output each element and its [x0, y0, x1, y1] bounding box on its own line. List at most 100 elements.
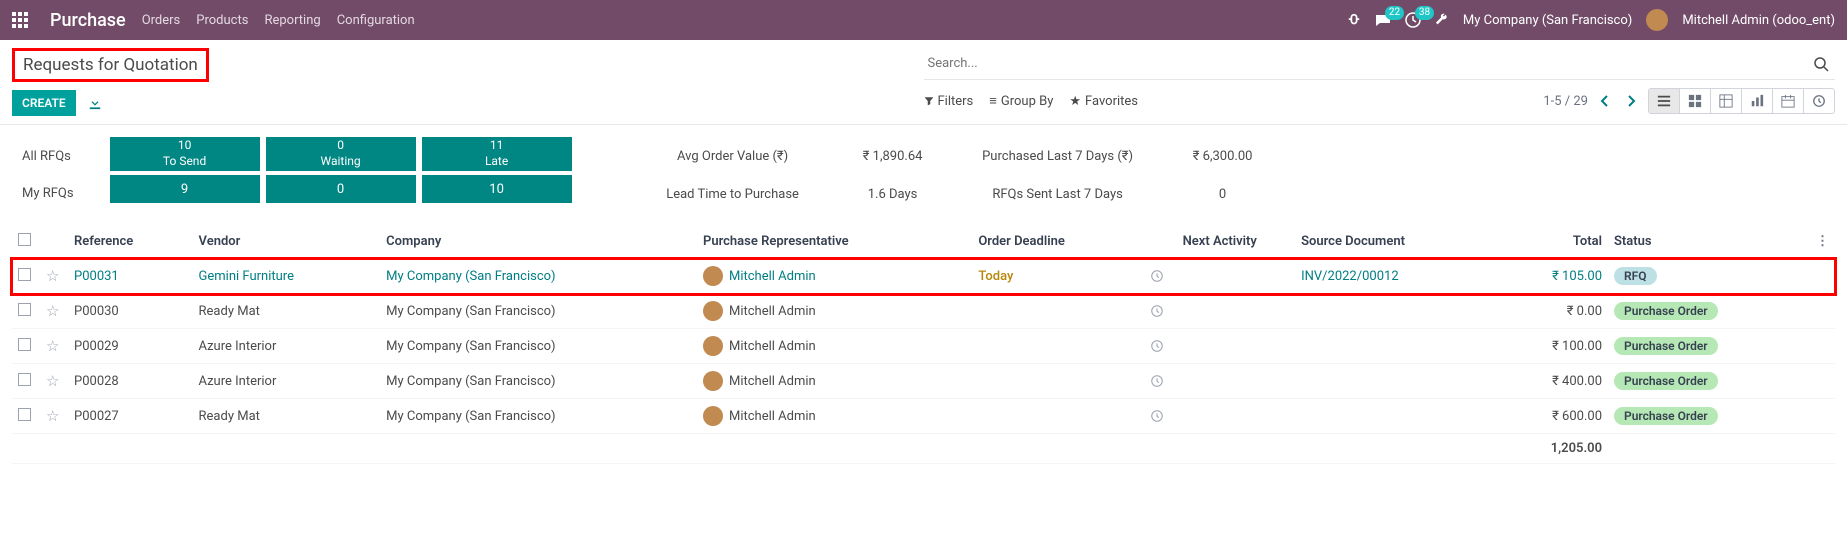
reference-link[interactable]: P00027: [74, 409, 119, 424]
col-vendor[interactable]: Vendor: [193, 225, 381, 259]
pager-prev-icon[interactable]: [1596, 91, 1614, 111]
company-link[interactable]: My Company (San Francisco): [386, 374, 555, 389]
status-badge: Purchase Order: [1614, 337, 1718, 355]
calendar-view-icon[interactable]: [1773, 89, 1804, 113]
debug-icon[interactable]: [1347, 13, 1361, 27]
graph-view-icon[interactable]: [1742, 89, 1773, 113]
vendor-link[interactable]: Azure Interior: [199, 339, 277, 354]
col-status[interactable]: Status: [1608, 225, 1810, 259]
reference-link[interactable]: P00030: [74, 304, 119, 319]
rep-link[interactable]: Mitchell Admin: [729, 409, 816, 424]
reference-link[interactable]: P00028: [74, 374, 119, 389]
messages-icon[interactable]: 22: [1375, 12, 1391, 28]
col-activity[interactable]: Next Activity: [1144, 225, 1295, 259]
star-icon[interactable]: ☆: [46, 302, 59, 320]
rep-link[interactable]: Mitchell Admin: [729, 339, 816, 354]
nav-reporting[interactable]: Reporting: [264, 13, 320, 28]
rep-link[interactable]: Mitchell Admin: [729, 304, 816, 319]
create-button[interactable]: CREATE: [12, 90, 76, 116]
activity-icon[interactable]: [1150, 339, 1289, 353]
activity-view-icon[interactable]: [1804, 89, 1834, 113]
activity-icon[interactable]: [1150, 269, 1289, 283]
dash-card-bottom[interactable]: 0: [266, 175, 416, 203]
row-checkbox[interactable]: [18, 303, 31, 316]
table-row[interactable]: ☆ P00031 Gemini Furniture My Company (San F…: [12, 259, 1835, 294]
messages-badge: 22: [1385, 6, 1404, 20]
status-badge: RFQ: [1614, 267, 1657, 285]
search-input[interactable]: [924, 48, 1808, 79]
total-text: ₹ 105.00: [1552, 269, 1602, 284]
col-reference[interactable]: Reference: [68, 225, 193, 259]
nav-products[interactable]: Products: [196, 13, 248, 28]
vendor-link[interactable]: Azure Interior: [199, 374, 277, 389]
rep-avatar: [703, 371, 723, 391]
activity-icon[interactable]: [1150, 409, 1289, 423]
rep-link[interactable]: Mitchell Admin: [729, 269, 816, 284]
row-checkbox[interactable]: [18, 338, 31, 351]
nav-configuration[interactable]: Configuration: [337, 13, 415, 28]
star-icon[interactable]: ☆: [46, 337, 59, 355]
vendor-link[interactable]: Ready Mat: [199, 304, 260, 319]
table-row[interactable]: ☆ P00028 Azure Interior My Company (San Fra…: [12, 364, 1835, 399]
company-link[interactable]: My Company (San Francisco): [386, 339, 555, 354]
user-name[interactable]: Mitchell Admin (odoo_ent): [1682, 13, 1835, 28]
dash-card-bottom[interactable]: 10: [422, 175, 572, 203]
group-by-button[interactable]: ≡Group By: [989, 93, 1053, 109]
pager-next-icon[interactable]: [1622, 91, 1640, 111]
favorites-button[interactable]: ★Favorites: [1069, 93, 1138, 109]
col-total[interactable]: Total: [1497, 225, 1608, 259]
star-icon[interactable]: ☆: [46, 407, 59, 425]
star-icon[interactable]: ☆: [46, 372, 59, 390]
list-view-icon[interactable]: [1649, 89, 1680, 113]
activity-icon[interactable]: [1150, 374, 1289, 388]
pager-text[interactable]: 1-5 / 29: [1543, 94, 1588, 109]
dashboard: All RFQs My RFQs 10To Send 90Waiting 011La…: [0, 125, 1847, 225]
company-selector[interactable]: My Company (San Francisco): [1463, 13, 1632, 28]
col-source[interactable]: Source Document: [1295, 225, 1497, 259]
company-link[interactable]: My Company (San Francisco): [386, 409, 555, 424]
rep-link[interactable]: Mitchell Admin: [729, 374, 816, 389]
row-checkbox[interactable]: [18, 268, 31, 281]
table-row[interactable]: ☆ P00030 Ready Mat My Company (San Francisc…: [12, 294, 1835, 329]
company-link[interactable]: My Company (San Francisco): [386, 269, 555, 284]
stat-avg-value: ₹ 1,890.64: [818, 143, 968, 170]
filter-my-rfqs[interactable]: My RFQs: [22, 186, 74, 201]
company-link[interactable]: My Company (San Francisco): [386, 304, 555, 319]
col-company[interactable]: Company: [380, 225, 697, 259]
pivot-view-icon[interactable]: [1711, 89, 1742, 113]
dash-card-top[interactable]: 10To Send: [110, 137, 260, 171]
table-row[interactable]: ☆ P00029 Azure Interior My Company (San Fra…: [12, 329, 1835, 364]
user-avatar[interactable]: [1646, 9, 1668, 31]
star-icon[interactable]: ☆: [46, 267, 59, 285]
app-title[interactable]: Purchase: [50, 10, 126, 31]
vendor-link[interactable]: Gemini Furniture: [199, 269, 294, 284]
deadline-text: Today: [978, 269, 1013, 284]
rfq-table: Reference Vendor Company Purchase Repres…: [12, 225, 1835, 464]
col-rep[interactable]: Purchase Representative: [697, 225, 972, 259]
col-deadline[interactable]: Order Deadline: [972, 225, 1144, 259]
dash-card-top[interactable]: 0Waiting: [266, 137, 416, 171]
reference-link[interactable]: P00029: [74, 339, 119, 354]
row-checkbox[interactable]: [18, 408, 31, 421]
filters-button[interactable]: Filters: [924, 93, 974, 109]
vendor-link[interactable]: Ready Mat: [199, 409, 260, 424]
dash-card-bottom[interactable]: 9: [110, 175, 260, 203]
reference-link[interactable]: P00031: [74, 269, 119, 284]
top-nav: Purchase Orders Products Reporting Confi…: [0, 0, 1847, 40]
download-icon[interactable]: [88, 96, 102, 110]
dash-card-top[interactable]: 11Late: [422, 137, 572, 171]
apps-icon[interactable]: [12, 12, 28, 28]
wrench-icon[interactable]: [1435, 13, 1449, 27]
source-link[interactable]: INV/2022/00012: [1301, 269, 1399, 284]
options-icon[interactable]: ⋮: [1816, 234, 1829, 249]
activity-icon[interactable]: [1150, 304, 1289, 318]
activities-icon[interactable]: 38: [1405, 12, 1421, 28]
search-icon[interactable]: [1807, 56, 1835, 72]
select-all-checkbox[interactable]: [18, 233, 31, 246]
kanban-view-icon[interactable]: [1680, 89, 1711, 113]
row-checkbox[interactable]: [18, 373, 31, 386]
control-panel: Requests for Quotation CREATE Filters ≡G…: [0, 40, 1847, 125]
nav-orders[interactable]: Orders: [142, 13, 181, 28]
filter-all-rfqs[interactable]: All RFQs: [22, 149, 74, 164]
table-row[interactable]: ☆ P00027 Ready Mat My Company (San Francisc…: [12, 399, 1835, 434]
